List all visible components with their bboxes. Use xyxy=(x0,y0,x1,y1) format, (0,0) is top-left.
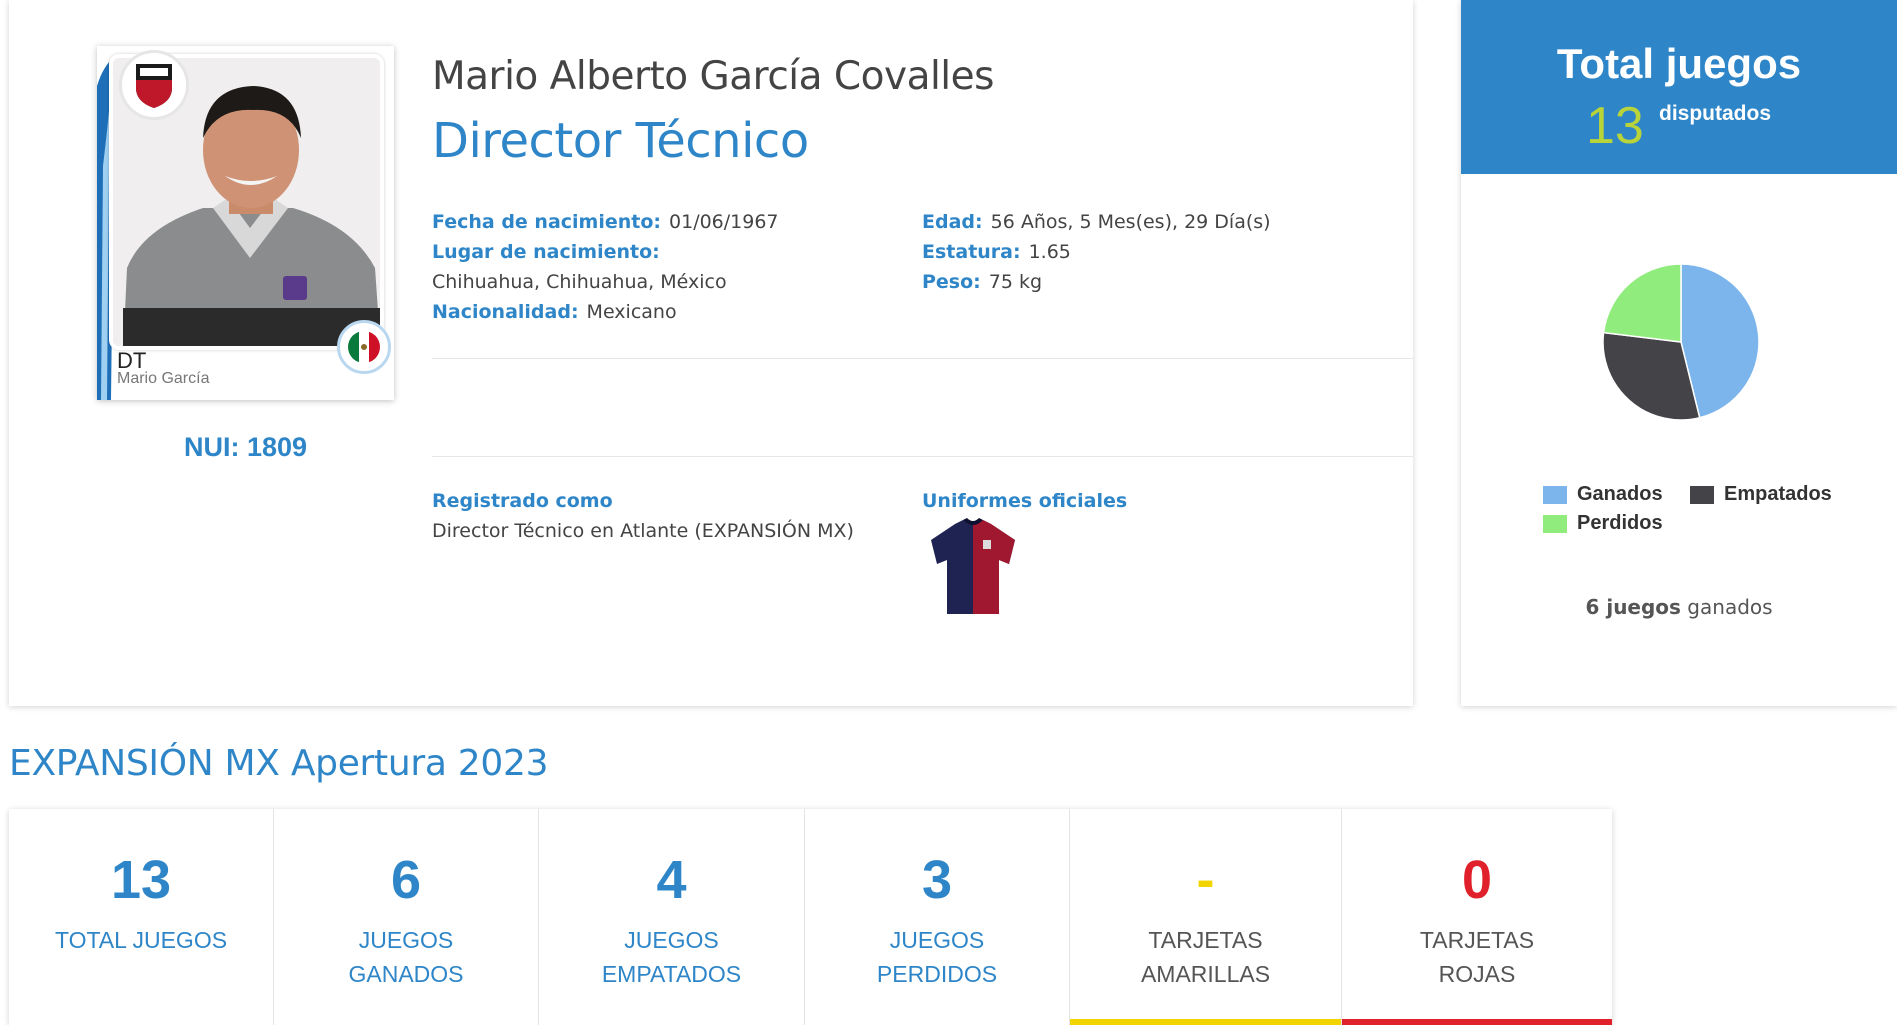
legend-perdidos[interactable]: Perdidos xyxy=(1543,512,1663,535)
age-label: Edad: xyxy=(922,211,983,233)
stat-games-lost: 3 JUEGOS PERDIDOS xyxy=(805,809,1070,1025)
age-row: Edad: 56 Años, 5 Mes(es), 29 Día(s) xyxy=(922,207,1402,237)
legend-ganados[interactable]: Ganados xyxy=(1543,483,1663,506)
card-player-name: Mario García xyxy=(117,370,210,387)
pie-slice-perdidos[interactable] xyxy=(1602,263,1682,343)
stat-games-drawn: 4 JUEGOS EMPATADOS xyxy=(539,809,805,1025)
mexico-flag-icon xyxy=(337,320,391,374)
weight-value: 75 kg xyxy=(988,271,1043,293)
legend-label: Ganados xyxy=(1577,483,1663,505)
totals-header: Total juegos 13 disputados xyxy=(1461,0,1897,174)
player-name: Mario Alberto García Covalles xyxy=(432,54,994,99)
birth-place-value: Chihuahua, Chihuahua, México xyxy=(432,271,727,293)
totals-card: Total juegos 13 disputados Ganados Empat… xyxy=(1461,0,1897,706)
birth-place-label: Lugar de nacimiento: xyxy=(432,241,660,263)
legend-label: Perdidos xyxy=(1577,512,1663,534)
birth-date-value: 01/06/1967 xyxy=(669,211,779,233)
info-left: Fecha de nacimiento: 01/06/1967 Lugar de … xyxy=(432,207,902,327)
stat-red-cards: 0 TARJETAS ROJAS xyxy=(1342,809,1612,1025)
stat-label: JUEGOS EMPATADOS xyxy=(601,927,742,987)
stat-label: TARJETAS AMARILLAS xyxy=(1140,927,1271,987)
nationality-row: Nacionalidad: Mexicano xyxy=(432,297,902,327)
legend-swatch xyxy=(1543,485,1567,504)
stat-value: 4 xyxy=(656,850,687,910)
birth-date-label: Fecha de nacimiento: xyxy=(432,211,662,233)
totals-title: Total juegos xyxy=(1556,40,1802,87)
stat-label: JUEGOS PERDIDOS xyxy=(876,927,998,987)
stat-total-games: 13 TOTAL JUEGOS xyxy=(9,809,274,1025)
profile-card: DT Mario García NUI: 1809 Mario Alberto … xyxy=(9,0,1413,706)
legend-swatch xyxy=(1543,514,1567,533)
nui-id: NUI: 1809 xyxy=(183,432,308,462)
season-stats: 13 TOTAL JUEGOS 6 JUEGOS GANADOS 4 JUEGO… xyxy=(9,809,1612,1025)
games-won-summary: 6 juegos ganados xyxy=(1461,595,1897,619)
birth-place-row: Lugar de nacimiento: xyxy=(432,237,902,267)
totals-subtitle: disputados xyxy=(1659,102,1772,125)
stat-yellow-cards: - TARJETAS AMARILLAS xyxy=(1070,809,1342,1025)
stat-value: 13 xyxy=(110,850,172,910)
divider xyxy=(432,456,1413,457)
nationality-value: Mexicano xyxy=(586,301,677,323)
stat-color-bar xyxy=(1070,1019,1341,1025)
stat-label: TOTAL JUEGOS xyxy=(54,927,228,953)
games-won-suffix: ganados xyxy=(1680,595,1773,619)
club-badge-icon xyxy=(119,50,189,120)
registered-value: Director Técnico en Atlante (EXPANSIÓN M… xyxy=(432,520,854,542)
nationality-label: Nacionalidad: xyxy=(432,301,579,323)
registered-label: Registrado como xyxy=(432,490,613,512)
stat-value: 0 xyxy=(1461,850,1493,910)
results-pie-chart xyxy=(1602,263,1760,421)
height-row: Estatura: 1.65 xyxy=(922,237,1402,267)
age-value: 56 Años, 5 Mes(es), 29 Día(s) xyxy=(990,211,1271,233)
height-label: Estatura: xyxy=(922,241,1021,263)
weight-row: Peso: 75 kg xyxy=(922,267,1402,297)
stat-label: TARJETAS ROJAS xyxy=(1419,927,1535,987)
stat-value: 6 xyxy=(390,850,422,910)
season-title: EXPANSIÓN MX Apertura 2023 xyxy=(9,743,549,784)
stat-games-won: 6 JUEGOS GANADOS xyxy=(274,809,539,1025)
weight-label: Peso: xyxy=(922,271,981,293)
player-card: DT Mario García xyxy=(97,46,394,400)
legend-empatados[interactable]: Empatados xyxy=(1690,483,1832,506)
stat-label: JUEGOS GANADOS xyxy=(348,927,464,987)
jersey-icon[interactable] xyxy=(927,518,1019,618)
stat-value: - xyxy=(1196,850,1215,910)
stat-value: 3 xyxy=(921,850,953,910)
totals-count: 13 xyxy=(1586,97,1644,155)
games-won-count: 6 juegos xyxy=(1585,595,1681,619)
divider xyxy=(432,358,1413,359)
height-value: 1.65 xyxy=(1028,241,1071,263)
legend-swatch xyxy=(1690,485,1714,504)
uniforms-label: Uniformes oficiales xyxy=(922,490,1128,512)
player-role: Director Técnico xyxy=(432,113,809,169)
legend-label: Empatados xyxy=(1724,483,1832,505)
stat-color-bar xyxy=(1342,1019,1612,1025)
info-right: Edad: 56 Años, 5 Mes(es), 29 Día(s) Estat… xyxy=(922,207,1402,297)
birth-date-row: Fecha de nacimiento: 01/06/1967 xyxy=(432,207,902,237)
